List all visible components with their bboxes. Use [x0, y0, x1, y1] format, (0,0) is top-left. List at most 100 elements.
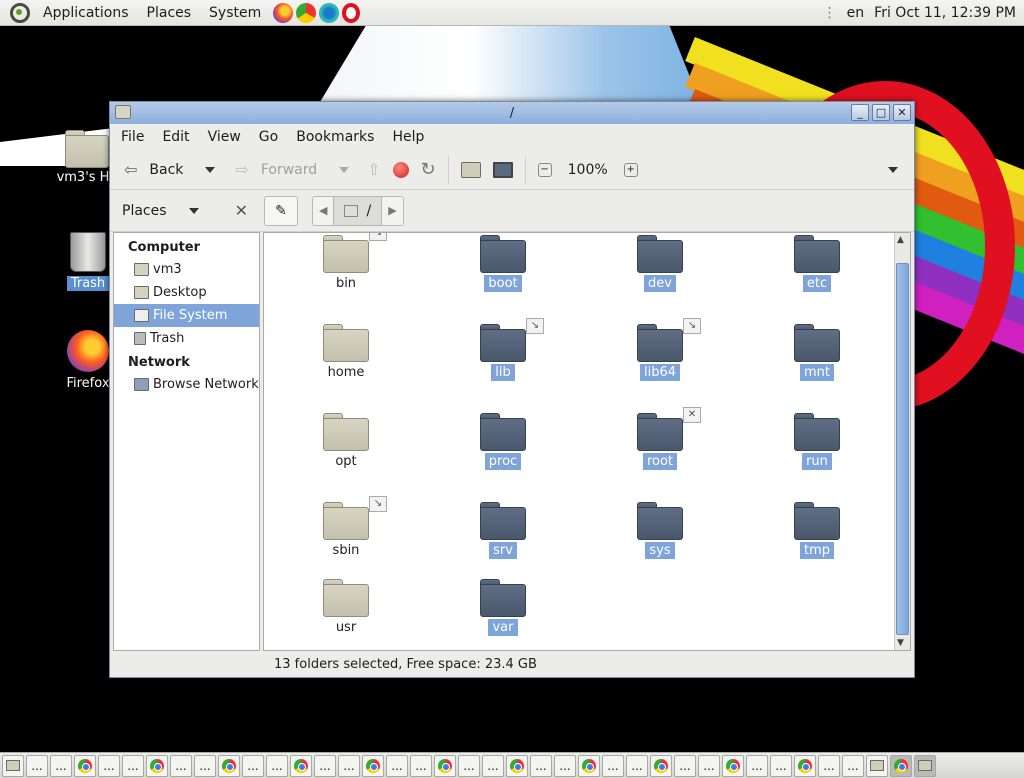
menu-edit[interactable]: Edit [153, 129, 198, 145]
task-button-chrome[interactable] [218, 754, 240, 777]
close-button[interactable]: ✕ [893, 104, 911, 121]
folder-etc[interactable]: etc [767, 235, 867, 292]
task-button[interactable]: ... [98, 754, 120, 777]
task-button[interactable]: ... [410, 754, 432, 777]
menu-bookmarks[interactable]: Bookmarks [287, 129, 383, 145]
icon-view[interactable]: ↘ bin boot dev etc home ↘ lib ↘ lib64 mn… [263, 232, 911, 651]
window-titlebar[interactable]: / _ □ ✕ [110, 102, 914, 124]
task-button[interactable]: ... [818, 754, 840, 777]
task-button[interactable]: ... [122, 754, 144, 777]
forward-history-dropdown[interactable] [333, 154, 355, 186]
places-selector[interactable]: Places ✕ [110, 201, 258, 220]
scroll-down-icon[interactable]: ▼ [897, 638, 904, 648]
places-menu[interactable]: Places [138, 5, 201, 21]
task-button[interactable]: ... [314, 754, 336, 777]
opera-launcher-icon[interactable] [342, 2, 361, 23]
maximize-button[interactable]: □ [872, 104, 890, 121]
sidebar-item-desktop[interactable]: Desktop [114, 281, 259, 304]
task-button[interactable]: ... [170, 754, 192, 777]
task-button-chrome[interactable] [650, 754, 672, 777]
menu-view[interactable]: View [199, 129, 250, 145]
sidebar-item-vm3[interactable]: vm3 [114, 258, 259, 281]
scroll-up-icon[interactable]: ▲ [897, 235, 904, 245]
folder-tmp[interactable]: tmp [767, 502, 867, 559]
close-sidebar-icon[interactable]: ✕ [235, 201, 248, 220]
task-button[interactable]: ... [26, 754, 48, 777]
folder-proc[interactable]: proc [453, 413, 553, 470]
task-button-chrome[interactable] [146, 754, 168, 777]
folder-root[interactable]: ✕ root [610, 407, 710, 470]
folder-bin[interactable]: ↘ bin [296, 233, 396, 292]
home-button[interactable] [455, 154, 487, 186]
sidebar-item-browse-network[interactable]: Browse Network [114, 373, 259, 396]
path-right-button[interactable]: ▶ [382, 197, 402, 225]
task-button-chrome[interactable] [362, 754, 384, 777]
task-button[interactable]: ... [770, 754, 792, 777]
folder-lib64[interactable]: ↘ lib64 [610, 318, 710, 381]
task-button-file-manager[interactable] [866, 754, 888, 777]
task-button-chrome[interactable] [794, 754, 816, 777]
task-button-chrome[interactable] [434, 754, 456, 777]
back-history-dropdown[interactable] [199, 154, 221, 186]
firefox-launcher-icon[interactable] [273, 2, 294, 23]
task-button[interactable]: ... [338, 754, 360, 777]
folder-run[interactable]: run [767, 413, 867, 470]
path-button-root[interactable]: / [333, 196, 383, 225]
zoom-out-button[interactable]: − [532, 154, 558, 186]
task-button-chrome[interactable] [722, 754, 744, 777]
edge-dev-launcher-icon[interactable] [319, 2, 340, 23]
zoom-in-button[interactable]: + [618, 154, 644, 186]
vertical-scrollbar[interactable]: ▲ ▼ [894, 233, 910, 650]
menu-help[interactable]: Help [383, 129, 433, 145]
task-button[interactable]: ... [602, 754, 624, 777]
stop-button[interactable] [387, 154, 415, 186]
task-button-chrome-active[interactable] [890, 754, 912, 777]
sidebar-item-trash[interactable]: Trash [114, 327, 259, 350]
zoom-level[interactable]: 100% [568, 162, 608, 178]
task-button[interactable]: ... [746, 754, 768, 777]
applications-menu[interactable]: Applications [34, 5, 138, 21]
folder-opt[interactable]: opt [296, 413, 396, 470]
folder-srv[interactable]: srv [453, 502, 553, 559]
clock[interactable]: Fri Oct 11, 12:39 PM [874, 5, 1016, 21]
minimize-button[interactable]: _ [851, 104, 869, 121]
up-button[interactable]: ⇧ [361, 154, 386, 186]
chrome-launcher-icon[interactable] [296, 2, 317, 23]
folder-boot[interactable]: boot [453, 235, 553, 292]
menu-file[interactable]: File [112, 129, 153, 145]
folder-dev[interactable]: dev [610, 235, 710, 292]
back-button[interactable]: ⇦ Back [118, 154, 189, 186]
task-button[interactable]: ... [50, 754, 72, 777]
task-button-file-manager-active[interactable] [914, 754, 936, 777]
task-button[interactable]: ... [266, 754, 288, 777]
task-button[interactable]: ... [626, 754, 648, 777]
task-button[interactable]: ... [554, 754, 576, 777]
task-button-chrome[interactable] [578, 754, 600, 777]
folder-home[interactable]: home [296, 324, 396, 381]
reload-button[interactable]: ↻ [415, 154, 442, 186]
task-button[interactable]: ... [482, 754, 504, 777]
task-button[interactable]: ... [698, 754, 720, 777]
toolbar-overflow-dropdown[interactable] [882, 154, 904, 186]
forward-button[interactable]: ⇨ Forward [229, 154, 323, 186]
task-button[interactable]: ... [458, 754, 480, 777]
folder-lib[interactable]: ↘ lib [453, 318, 553, 381]
sidebar-item-file-system[interactable]: File System [114, 304, 259, 327]
task-button[interactable]: ... [194, 754, 216, 777]
folder-var[interactable]: var [453, 579, 553, 636]
folder-usr[interactable]: usr [296, 579, 396, 636]
folder-sbin[interactable]: ↘ sbin [296, 496, 396, 559]
menu-go[interactable]: Go [250, 129, 287, 145]
toggle-location-entry-button[interactable]: ✎ [264, 195, 298, 226]
task-button[interactable]: ... [386, 754, 408, 777]
task-button[interactable]: ... [842, 754, 864, 777]
task-button-chrome[interactable] [290, 754, 312, 777]
mate-logo-icon[interactable] [10, 2, 30, 23]
folder-mnt[interactable]: mnt [767, 324, 867, 381]
show-desktop-button[interactable] [2, 754, 24, 777]
computer-button[interactable] [487, 154, 519, 186]
task-button[interactable]: ... [530, 754, 552, 777]
task-button[interactable]: ... [674, 754, 696, 777]
task-button[interactable]: ... [242, 754, 264, 777]
system-menu[interactable]: System [200, 5, 270, 21]
